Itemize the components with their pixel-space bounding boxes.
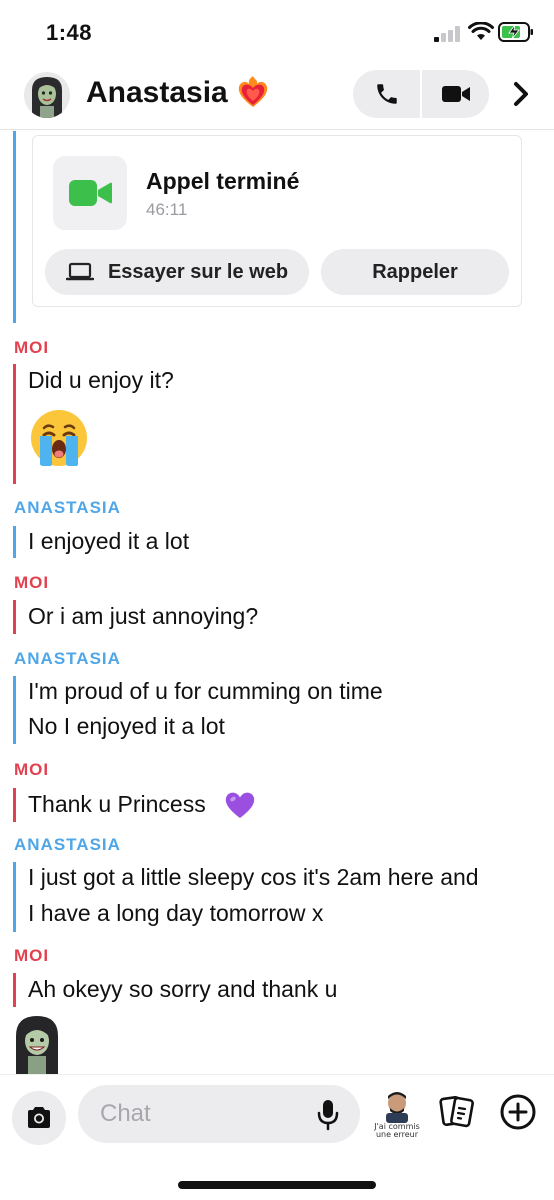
camera-button[interactable] (12, 1091, 66, 1145)
call-card-rail (13, 131, 16, 323)
message-rail-anastasia (13, 526, 16, 558)
heart-fire-emoji (238, 76, 268, 107)
battery-charging-icon (498, 22, 533, 42)
message-text[interactable]: No I enjoyed it a lot (28, 713, 225, 740)
message-rail-me (13, 788, 16, 822)
call-ended-card: Appel terminé 46:11 Essayer sur le web R… (32, 135, 522, 307)
purple-heart-emoji (225, 792, 255, 818)
chat-header: Anastasia (0, 62, 554, 130)
message-text[interactable]: I'm proud of u for cumming on time (28, 678, 383, 705)
avatar[interactable] (24, 72, 70, 118)
sender-label-me: MOI (14, 338, 50, 357)
message-rail-me (13, 600, 16, 634)
video-call-button[interactable] (422, 70, 489, 118)
message-text[interactable]: I enjoyed it a lot (28, 528, 189, 555)
sender-label-anastasia: ANASTASIA (14, 835, 121, 854)
laptop-icon (65, 262, 94, 281)
avatar-bitmoji (32, 77, 62, 118)
try-web-label: Essayer sur le web (107, 260, 289, 283)
video-camera-icon (441, 86, 470, 102)
sender-label-anastasia: ANASTASIA (14, 649, 121, 668)
message-text[interactable]: Did u enjoy it? (28, 367, 174, 394)
call-ended-title: Appel terminé (146, 168, 300, 194)
crying-face-emoji[interactable] (29, 408, 89, 468)
contact-bitmoji-presence[interactable] (10, 1014, 64, 1074)
status-time: 1:48 (46, 20, 93, 45)
message-text[interactable]: Thank u Princess (28, 791, 206, 818)
sender-label-me: MOI (14, 946, 50, 965)
bitmoji-caption: J'ai commis une erreur (374, 1122, 420, 1139)
status-bar: 1:48 (0, 0, 554, 62)
message-text[interactable]: I just got a little sleepy cos it's 2am … (28, 864, 479, 891)
call-duration: 46:11 (146, 200, 188, 219)
message-rail-me (13, 973, 16, 1007)
try-web-button[interactable]: Essayer sur le web (45, 249, 309, 295)
recall-button[interactable]: Rappeler (321, 249, 509, 295)
recall-label: Rappeler (372, 260, 458, 283)
microphone-icon[interactable] (316, 1099, 340, 1131)
camera-icon (28, 1107, 50, 1128)
message-rail-anastasia (13, 862, 16, 932)
sender-label-me: MOI (14, 573, 50, 592)
voice-call-button[interactable] (353, 70, 420, 118)
message-text[interactable]: Ah okeyy so sorry and thank u (28, 976, 337, 1003)
message-rail-me (13, 364, 16, 484)
video-call-tile (53, 156, 127, 230)
wifi-icon (468, 22, 494, 40)
message-rail-anastasia (13, 676, 16, 744)
cards-icon[interactable] (438, 1093, 476, 1131)
home-indicator (178, 1181, 376, 1189)
contact-name[interactable]: Anastasia (86, 76, 228, 110)
message-text[interactable]: I have a long day tomorrow x (28, 900, 323, 927)
sender-label-me: MOI (14, 760, 50, 779)
call-buttons (353, 70, 489, 118)
video-call-icon (69, 180, 112, 206)
sender-label-anastasia: ANASTASIA (14, 498, 121, 517)
signal-icon (434, 26, 460, 42)
message-text[interactable]: Or i am just annoying? (28, 603, 258, 630)
phone-icon (376, 84, 397, 104)
composer-bar: J'ai commis une erreur (0, 1074, 554, 1200)
chevron-right-icon[interactable] (508, 78, 534, 110)
plus-circle-icon[interactable] (499, 1093, 537, 1131)
